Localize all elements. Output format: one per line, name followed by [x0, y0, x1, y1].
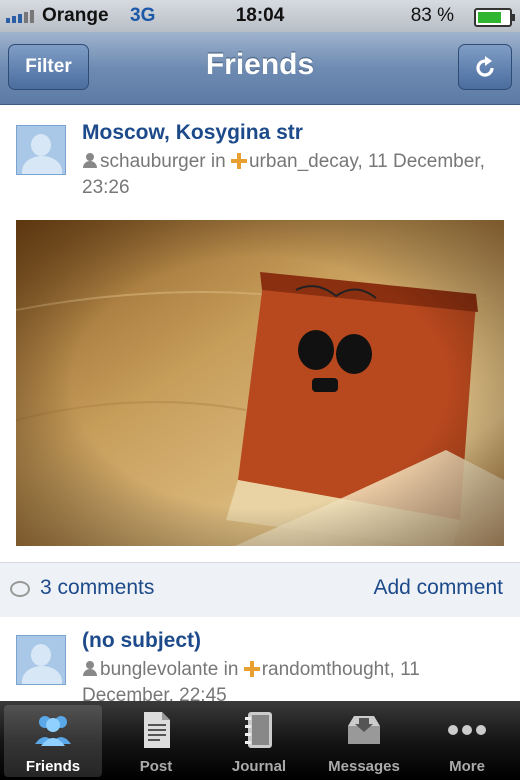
user-icon	[82, 661, 98, 677]
avatar[interactable]	[16, 125, 66, 175]
friends-feed[interactable]: Moscow, Kosygina str schauburger in urba…	[0, 105, 520, 701]
tab-label: Post	[139, 758, 173, 775]
navigation-bar: Filter Friends	[0, 32, 520, 105]
post-subject[interactable]: (no subject)	[82, 629, 201, 653]
post-icon	[144, 712, 170, 748]
community-icon	[243, 661, 260, 677]
in-label: in	[210, 151, 226, 172]
add-comment-link[interactable]: Add comment	[373, 576, 503, 600]
journal-icon	[245, 712, 272, 748]
refresh-icon	[476, 56, 494, 77]
post-card: Moscow, Kosygina str schauburger in urba…	[0, 105, 520, 562]
battery-icon	[474, 8, 515, 27]
avatar[interactable]	[16, 635, 66, 685]
tab-post[interactable]: Post	[107, 705, 205, 777]
post-author[interactable]: schauburger	[100, 151, 206, 172]
tab-friends[interactable]: Friends	[4, 705, 102, 777]
in-label: in	[223, 659, 239, 680]
community-icon	[230, 153, 247, 169]
tab-messages[interactable]: Messages	[315, 705, 413, 777]
refresh-button[interactable]	[458, 44, 512, 90]
tab-label: More	[449, 758, 485, 775]
status-bar: Orange 3G 18:04 83 %	[0, 0, 520, 32]
post-author[interactable]: bunglevolante	[100, 659, 218, 680]
tab-more[interactable]: More	[418, 705, 516, 777]
more-icon	[448, 725, 486, 735]
tab-bar: Friends Post Journal Messages More	[0, 701, 520, 780]
comment-bar: 3 comments Add comment	[0, 562, 520, 618]
battery-percent: 83 %	[410, 5, 454, 26]
post-meta: schauburger in urban_decay, 11 December,…	[82, 149, 506, 201]
post-subject[interactable]: Moscow, Kosygina str	[82, 121, 303, 145]
page-title: Friends	[205, 48, 315, 81]
tab-label: Journal	[231, 758, 287, 775]
post-photo[interactable]	[16, 220, 504, 546]
post-community[interactable]: randomthought	[262, 659, 390, 680]
post-meta: bunglevolante in randomthought, 11 Decem…	[82, 657, 506, 701]
tab-label: Friends	[25, 758, 81, 775]
tab-journal[interactable]: Journal	[210, 705, 308, 777]
comment-bubble-icon	[10, 581, 30, 597]
post-community[interactable]: urban_decay	[249, 151, 357, 172]
post-card: (no subject) bunglevolante in randomthou…	[0, 617, 520, 701]
comments-link[interactable]: 3 comments	[40, 576, 154, 600]
friends-icon	[35, 716, 71, 746]
user-icon	[82, 153, 98, 169]
tab-label: Messages	[328, 758, 400, 775]
messages-icon	[348, 716, 380, 744]
